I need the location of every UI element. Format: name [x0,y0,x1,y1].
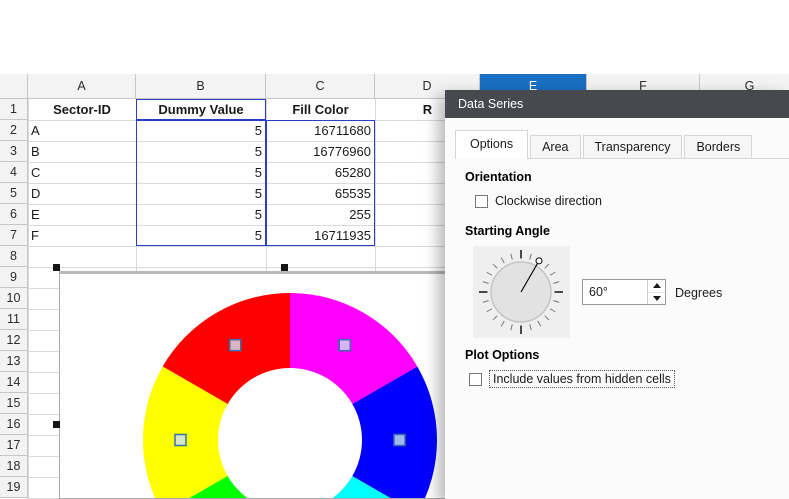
angle-value[interactable]: 60° [583,280,647,304]
cell-C3[interactable]: 16776960 [266,141,375,162]
data-series-dialog: Data Series OptionsAreaTransparencyBorde… [445,90,789,499]
libreoffice-calc-chart-edit-window: ↶ ↷ Data Series 'Dummy Valu A [0,0,789,499]
cell-B5[interactable]: 5 [136,183,266,204]
clockwise-direction-label: Clockwise direction [495,194,602,208]
series-point-handle-F[interactable] [339,340,350,351]
cell-B4[interactable]: 5 [136,162,266,183]
donut-chart [60,274,511,499]
starting-angle-heading: Starting Angle [465,224,550,238]
dialog-titlebar[interactable]: Data Series [445,90,789,118]
cell-C5[interactable]: 65535 [266,183,375,204]
checkbox-icon[interactable] [475,195,488,208]
cell-A4[interactable]: C [28,162,136,183]
plot-options-heading: Plot Options [465,348,539,362]
row-header-8[interactable]: 8 [0,246,28,267]
dialog-title: Data Series [458,97,523,111]
degrees-label: Degrees [675,286,722,300]
row-header-15[interactable]: 15 [0,393,28,414]
row-header-9[interactable]: 9 [0,267,28,288]
row-header-18[interactable]: 18 [0,456,28,477]
dial-needle-tip[interactable] [536,258,542,264]
row-header-4[interactable]: 4 [0,162,28,183]
spin-down-button[interactable] [648,292,665,305]
cell-A1[interactable]: Sector-ID [28,99,136,120]
tab-borders[interactable]: Borders [684,135,752,159]
tab-area[interactable]: Area [530,135,580,159]
select-all-corner[interactable] [0,74,28,99]
checkbox-icon[interactable] [469,373,482,386]
orientation-heading: Orientation [465,170,532,184]
angle-spinner[interactable]: 60° [582,279,666,305]
cell-B7[interactable]: 5 [136,225,266,246]
cell-A3[interactable]: B [28,141,136,162]
row-header-2[interactable]: 2 [0,120,28,141]
cell-C6[interactable]: 255 [266,204,375,225]
row-header-12[interactable]: 12 [0,330,28,351]
row-header-1[interactable]: 1 [0,99,28,120]
chart-object[interactable] [59,271,511,499]
column-header-C[interactable]: C [266,74,375,99]
cell-B3[interactable]: 5 [136,141,266,162]
include-hidden-cells-label: Include values from hidden cells [489,370,675,388]
clockwise-direction-checkbox[interactable]: Clockwise direction [475,194,602,208]
tab-transparency[interactable]: Transparency [583,135,683,159]
row-header-13[interactable]: 13 [0,351,28,372]
row-header-7[interactable]: 7 [0,225,28,246]
cell-B2[interactable]: 5 [136,120,266,141]
include-hidden-cells-checkbox[interactable]: Include values from hidden cells [469,370,675,388]
row-header-5[interactable]: 5 [0,183,28,204]
down-arrow-icon [653,296,661,301]
chart-resize-handle[interactable] [53,421,60,428]
starting-angle-dial[interactable] [473,246,570,338]
cell-C1[interactable]: Fill Color [266,99,375,120]
cell-C4[interactable]: 65280 [266,162,375,183]
row-header-17[interactable]: 17 [0,435,28,456]
spin-up-button[interactable] [648,280,665,292]
tab-options[interactable]: Options [455,130,528,159]
cell-C7[interactable]: 16711935 [266,225,375,246]
row-header-10[interactable]: 10 [0,288,28,309]
row-header-3[interactable]: 3 [0,141,28,162]
series-point-handle-E[interactable] [394,435,405,446]
cell-A6[interactable]: E [28,204,136,225]
chart-resize-handle[interactable] [281,264,288,271]
up-arrow-icon [653,283,661,288]
row-header-6[interactable]: 6 [0,204,28,225]
column-header-A[interactable]: A [28,74,136,99]
cell-A2[interactable]: A [28,120,136,141]
row-header-14[interactable]: 14 [0,372,28,393]
column-header-B[interactable]: B [136,74,266,99]
cell-A7[interactable]: F [28,225,136,246]
cell-A5[interactable]: D [28,183,136,204]
dialog-tabs: OptionsAreaTransparencyBorders [455,130,754,159]
row-header-16[interactable]: 16 [0,414,28,435]
row-header-11[interactable]: 11 [0,309,28,330]
series-point-handle-B[interactable] [175,435,186,446]
cell-B1[interactable]: Dummy Value [136,99,266,120]
cell-B6[interactable]: 5 [136,204,266,225]
chart-resize-handle[interactable] [53,264,60,271]
cell-C2[interactable]: 16711680 [266,120,375,141]
series-point-handle-A[interactable] [230,340,241,351]
row-header-19[interactable]: 19 [0,477,28,498]
